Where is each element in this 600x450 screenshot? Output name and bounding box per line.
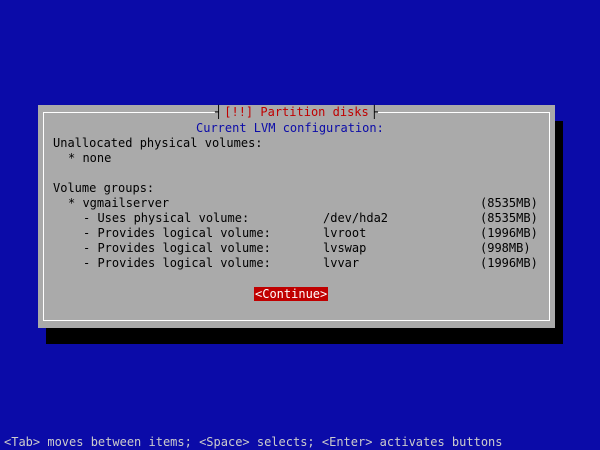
dialog-title-bar: ┤ [!!] Partition disks ├ — [215, 105, 378, 119]
installer-screen: ┤ [!!] Partition disks ├ Current LVM confi… — [0, 0, 600, 450]
row-value: lvvar — [323, 256, 360, 270]
dialog-title: [!!] Partition disks — [222, 105, 371, 119]
row-value: lvroot — [323, 226, 367, 240]
volume-group-size: (8535MB) — [480, 196, 538, 210]
unallocated-item: * none — [68, 151, 112, 165]
keyboard-hint: <Tab> moves between items; <Space> selec… — [4, 435, 503, 449]
dialog-subtitle: Current LVM configuration: — [196, 121, 384, 135]
row-label: - Provides logical volume: — [83, 256, 271, 270]
row-label: - Uses physical volume: — [83, 211, 250, 225]
row-value: /dev/hda2 — [323, 211, 389, 225]
row-size: (998MB) — [480, 241, 531, 255]
volume-group-name: * vgmailserver — [68, 196, 170, 210]
row-size: (1996MB) — [480, 226, 538, 240]
row-value: lvswap — [323, 241, 367, 255]
row-label: - Provides logical volume: — [83, 226, 271, 240]
volume-groups-heading: Volume groups: — [53, 181, 155, 195]
continue-button[interactable]: <Continue> — [254, 287, 329, 301]
row-size: (1996MB) — [480, 256, 538, 270]
unallocated-heading: Unallocated physical volumes: — [53, 136, 263, 150]
row-size: (8535MB) — [480, 211, 538, 225]
row-label: - Provides logical volume: — [83, 241, 271, 255]
